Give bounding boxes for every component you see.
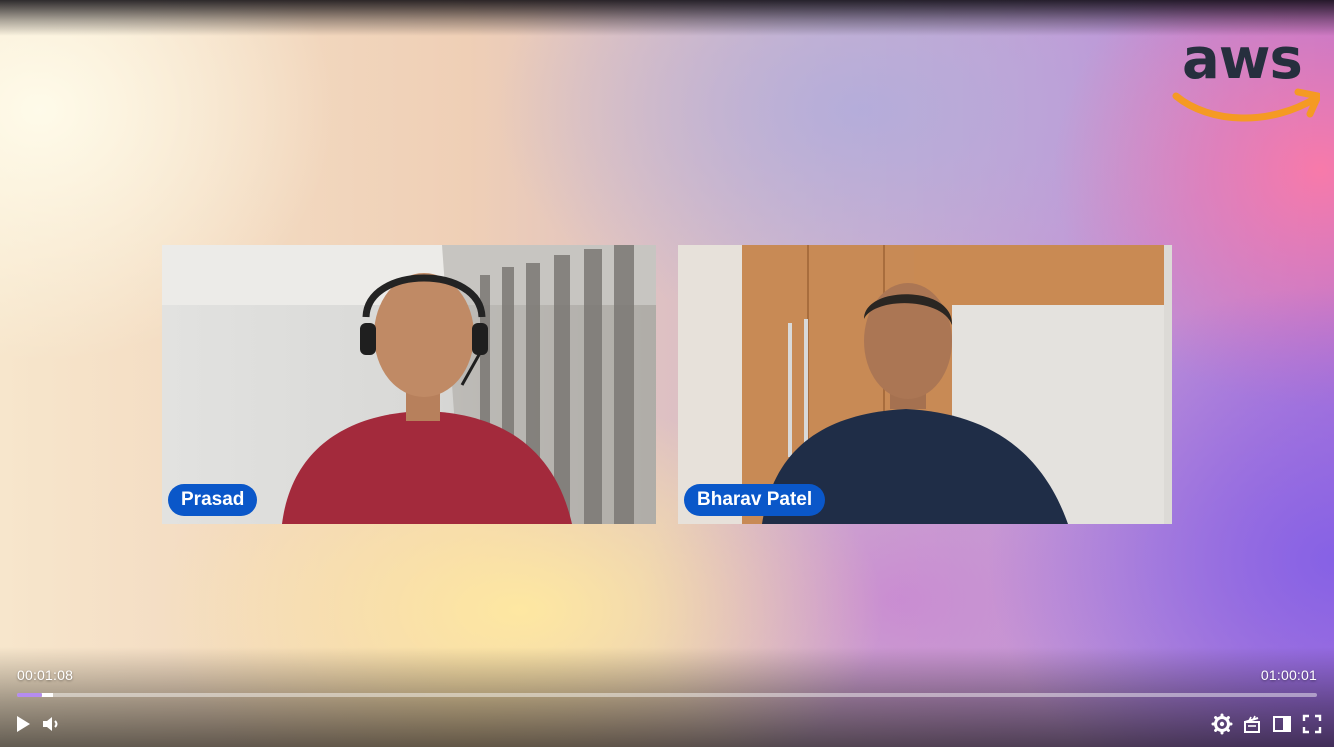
progress-buffered	[41, 693, 54, 697]
fullscreen-icon	[1302, 714, 1322, 734]
progress-bar[interactable]	[17, 693, 1317, 697]
participant-tile-bharav-patel: Bharav Patel	[678, 245, 1172, 524]
top-gradient	[0, 0, 1334, 36]
participant-video-prasad	[162, 245, 656, 524]
play-button[interactable]	[12, 713, 34, 735]
volume-icon	[43, 717, 58, 731]
video-frame[interactable]: aws Prasad Bharav Patel 00:01:08 01:00:0…	[0, 0, 1334, 747]
play-icon	[17, 716, 30, 732]
fullscreen-button[interactable]	[1301, 713, 1323, 735]
settings-button[interactable]	[1211, 713, 1233, 735]
participant-tile-prasad: Prasad	[162, 245, 656, 524]
chapters-clapper-icon	[1244, 715, 1260, 733]
aws-logo-text: aws	[1182, 27, 1303, 92]
progress-played	[17, 693, 42, 697]
current-time: 00:01:08	[17, 667, 74, 683]
sidebar-panel-icon	[1273, 716, 1291, 732]
aws-smile-arrow-icon	[1172, 88, 1320, 122]
chapters-button[interactable]	[1241, 713, 1263, 735]
sidebar-toggle-button[interactable]	[1271, 713, 1293, 735]
total-duration: 01:00:01	[1260, 667, 1317, 683]
aws-logo: aws	[1170, 27, 1330, 134]
participant-name-badge: Prasad	[168, 484, 258, 516]
settings-gear-icon	[1211, 713, 1233, 735]
participant-name-badge: Bharav Patel	[684, 484, 826, 516]
controls-gradient	[0, 647, 1334, 747]
participant-video-bharav-patel	[678, 245, 1164, 524]
volume-button[interactable]	[40, 713, 62, 735]
